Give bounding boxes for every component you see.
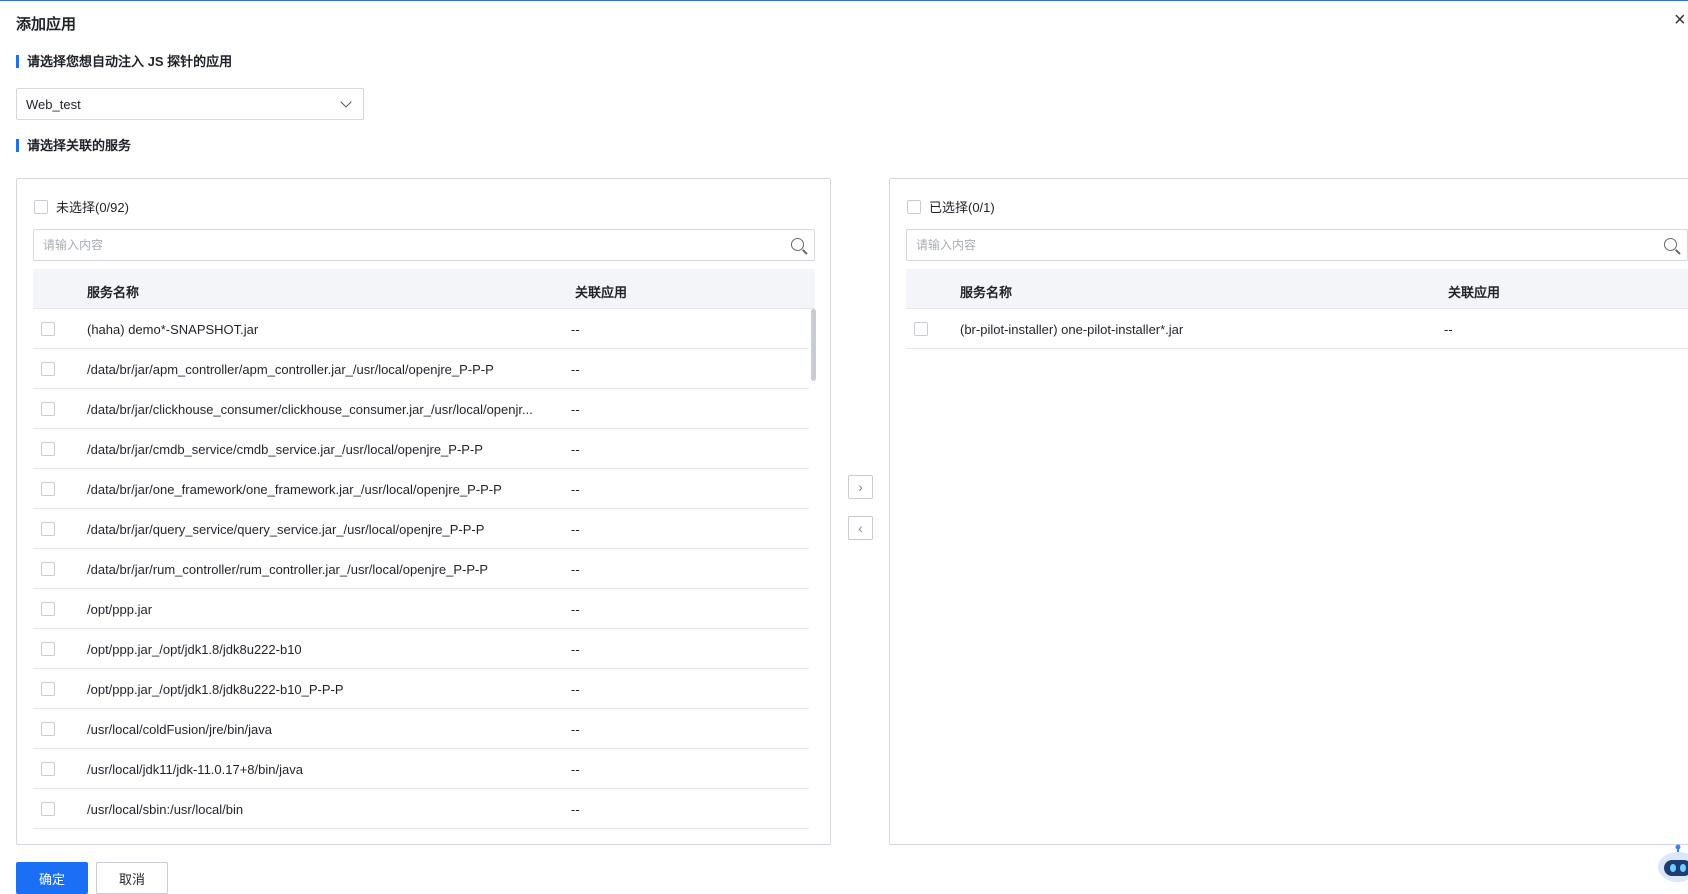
service-name-cell: /usr/local/jdk11/jdk-11.0.17+8/bin/java <box>87 762 303 777</box>
related-app-cell: -- <box>571 442 580 457</box>
selected-search <box>906 229 1688 261</box>
service-name-cell: /data/br/jar/clickhouse_consumer/clickho… <box>87 402 533 417</box>
unselected-count-label: 未选择(0/92) <box>56 200 129 215</box>
row-checkbox[interactable] <box>41 402 55 416</box>
table-row[interactable]: /data/br/jar/query_service/query_service… <box>33 509 809 549</box>
table-row[interactable]: /usr/local/coldFusion/jre/bin/java -- <box>33 709 809 749</box>
related-app-cell: -- <box>571 402 580 417</box>
search-icon[interactable] <box>791 238 804 251</box>
table-row[interactable]: (br-pilot-installer) one-pilot-installer… <box>906 309 1688 349</box>
app-select[interactable]: Web_test <box>16 88 364 120</box>
service-name-cell: /opt/ppp.jar_/opt/jdk1.8/jdk8u222-b10 <box>87 642 302 657</box>
related-app-cell: -- <box>571 522 580 537</box>
row-checkbox[interactable] <box>41 802 55 816</box>
selected-count-label: 已选择(0/1) <box>929 200 995 215</box>
row-checkbox[interactable] <box>914 322 928 336</box>
selected-panel: 已选择(0/1) 服务名称 关联应用 (br-pilot-installer) … <box>889 178 1688 845</box>
related-app-cell: -- <box>1444 322 1453 337</box>
table-row[interactable]: /opt/ppp.jar_/opt/jdk1.8/jdk8u222-b10_P-… <box>33 669 809 709</box>
chevron-down-icon <box>340 96 352 108</box>
scrollbar-thumb[interactable] <box>811 309 816 381</box>
service-name-cell: /data/br/jar/apm_controller/apm_controll… <box>87 362 494 377</box>
service-name-cell: /data/br/jar/one_framework/one_framework… <box>87 482 502 497</box>
table-row[interactable]: /data/br/jar/cmdb_service/cmdb_service.j… <box>33 429 809 469</box>
service-name-cell: /data/br/jar/rum_controller/rum_controll… <box>87 562 489 577</box>
selected-header: 已选择(0/1) <box>907 197 995 216</box>
column-service-name: 服务名称 <box>87 285 140 300</box>
column-service-name: 服务名称 <box>960 285 1013 300</box>
related-app-cell: -- <box>571 322 580 337</box>
service-name-cell: /data/br/jar/cmdb_service/cmdb_service.j… <box>87 442 483 457</box>
confirm-button[interactable]: 确定 <box>16 862 88 894</box>
service-name-cell: /usr/local/sbin:/usr/local/bin <box>87 802 244 817</box>
table-header: 服务名称 关联应用 <box>33 269 815 309</box>
column-related-app: 关联应用 <box>575 285 628 300</box>
unselected-panel: 未选择(0/92) 服务名称 关联应用 (haha) demo*-SNAPSHO… <box>16 178 831 845</box>
table-row[interactable]: /opt/ppp.jar -- <box>33 589 809 629</box>
select-all-checkbox[interactable] <box>907 199 921 214</box>
related-app-cell: -- <box>571 762 580 777</box>
related-app-cell: -- <box>571 602 580 617</box>
related-app-cell: -- <box>571 362 580 377</box>
related-app-cell: -- <box>571 722 580 737</box>
table-row[interactable]: /usr/local/sbin:/usr/local/bin -- <box>33 789 809 829</box>
row-checkbox[interactable] <box>41 522 55 536</box>
row-checkbox[interactable] <box>41 642 55 656</box>
related-app-cell: -- <box>571 802 580 817</box>
app-select-value: Web_test <box>26 96 81 112</box>
search-icon[interactable] <box>1664 238 1677 251</box>
row-checkbox[interactable] <box>41 362 55 376</box>
chevron-left-icon: ‹ <box>858 520 863 536</box>
top-accent-line <box>0 0 1688 1</box>
unselected-search <box>33 229 815 261</box>
row-checkbox[interactable] <box>41 682 55 696</box>
cancel-button[interactable]: 取消 <box>96 862 168 894</box>
search-input[interactable] <box>907 230 1647 260</box>
related-app-cell: -- <box>571 682 580 697</box>
unselected-table-body: (haha) demo*-SNAPSHOT.jar -- /data/br/jar/… <box>33 309 809 839</box>
chevron-right-icon: › <box>858 479 863 495</box>
service-name-cell: /usr/local/coldFusion/jre/bin/java <box>87 722 272 737</box>
row-checkbox[interactable] <box>41 762 55 776</box>
service-name-cell: /data/br/jar/query_service/query_service… <box>87 522 485 537</box>
column-related-app: 关联应用 <box>1448 285 1501 300</box>
row-checkbox[interactable] <box>41 322 55 336</box>
select-all-checkbox[interactable] <box>34 199 48 214</box>
row-checkbox[interactable] <box>41 482 55 496</box>
related-app-cell: -- <box>571 642 580 657</box>
table-row[interactable]: /usr/local/jdk11/jdk-11.0.17+8/bin/java -… <box>33 749 809 789</box>
table-row[interactable]: /data/br/jar/clickhouse_consumer/clickho… <box>33 389 809 429</box>
related-app-cell: -- <box>571 562 580 577</box>
row-checkbox[interactable] <box>41 602 55 616</box>
table-row[interactable]: (haha) demo*-SNAPSHOT.jar -- <box>33 309 809 349</box>
table-row[interactable]: /data/br/jar/apm_controller/apm_controll… <box>33 349 809 389</box>
table-header: 服务名称 关联应用 <box>906 269 1688 309</box>
row-checkbox[interactable] <box>41 722 55 736</box>
robot-icon[interactable] <box>1654 840 1688 884</box>
table-row[interactable]: /data/br/jar/rum_controller/rum_controll… <box>33 549 809 589</box>
table-row[interactable]: /data/br/jar/one_framework/one_framework… <box>33 469 809 509</box>
dialog-title: 添加应用 <box>16 16 77 33</box>
service-name-cell: (haha) demo*-SNAPSHOT.jar <box>87 322 259 337</box>
service-name-cell: (br-pilot-installer) one-pilot-installer… <box>960 322 1184 337</box>
row-checkbox[interactable] <box>41 562 55 576</box>
section-title-app: 请选择您想自动注入 JS 探针的应用 <box>16 55 232 68</box>
row-checkbox[interactable] <box>41 442 55 456</box>
service-name-cell: /opt/ppp.jar <box>87 602 153 617</box>
move-left-button[interactable]: ‹ <box>848 516 873 540</box>
service-name-cell: /opt/ppp.jar_/opt/jdk1.8/jdk8u222-b10_P-… <box>87 682 344 697</box>
section-title-service: 请选择关联的服务 <box>16 139 131 152</box>
close-icon[interactable]: × <box>1674 9 1688 31</box>
related-app-cell: -- <box>571 482 580 497</box>
table-row[interactable]: /opt/ppp.jar_/opt/jdk1.8/jdk8u222-b10 -- <box>33 629 809 669</box>
selected-table-body: (br-pilot-installer) one-pilot-installer… <box>906 309 1688 349</box>
unselected-header: 未选择(0/92) <box>34 197 129 216</box>
search-input[interactable] <box>34 230 774 260</box>
move-right-button[interactable]: › <box>848 475 873 499</box>
